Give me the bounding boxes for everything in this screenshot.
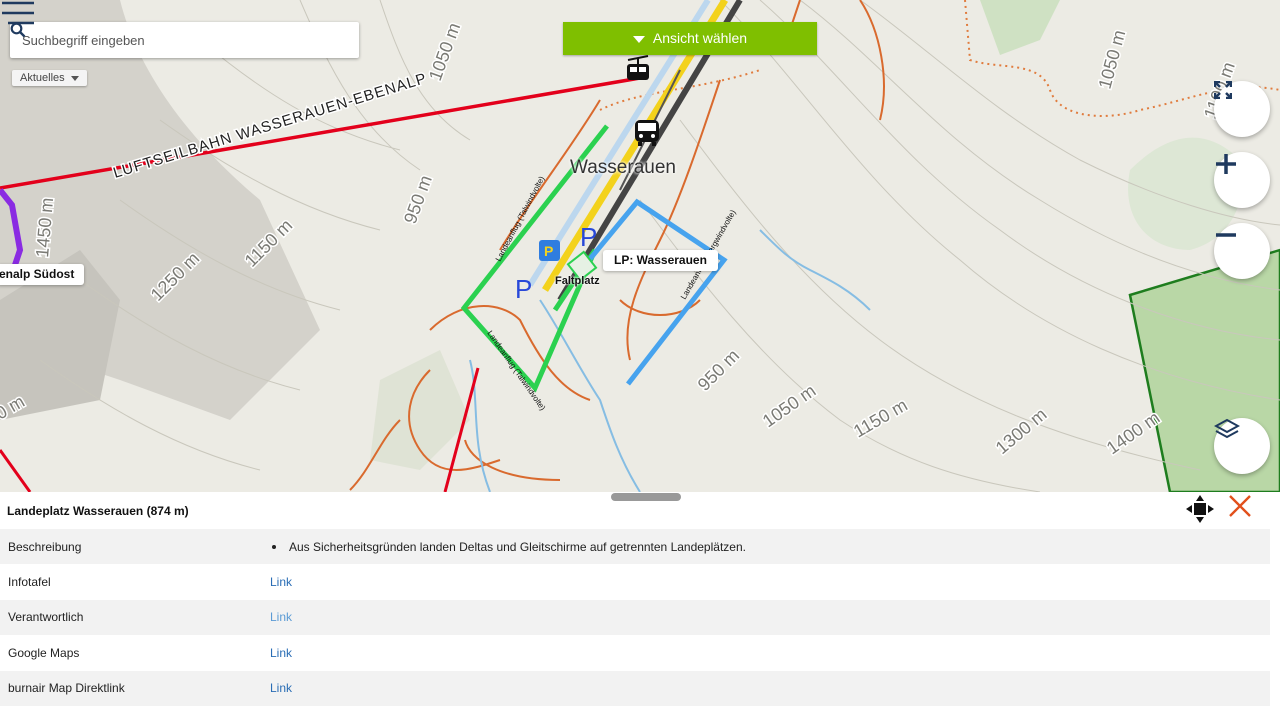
map-layer: LUFTSEILBAHN WASSERAUEN-EBENALP Landeanf… [0,0,1280,492]
burnair-direct-link[interactable]: Link [270,681,292,695]
table-row: Verantwortlich Link [0,599,1270,636]
table-row: Beschreibung Aus Sicherheitsgründen land… [0,529,1270,565]
infotafel-link[interactable]: Link [270,575,292,589]
table-row: Google Maps Link [0,635,1270,670]
fullscreen-icon [1214,81,1232,99]
layers-icon [1214,418,1240,439]
panel-drag-handle[interactable] [611,493,681,501]
parking-icon: P [580,222,597,252]
filter-label: Aktuelles [20,72,65,84]
menu-icon[interactable] [0,0,36,26]
search-box [10,22,359,58]
zoom-in-icon [1216,154,1236,174]
row-value: Aus Sicherheitsgründen landen Deltas und… [270,529,1270,565]
info-panel: Landeplatz Wasserauen (874 m) Beschreibu… [0,492,1280,720]
panel-title: Landeplatz Wasserauen (874 m) [7,504,189,518]
chevron-down-icon [70,76,79,81]
table-row: burnair Map Direktlink Link [0,670,1270,706]
fullscreen-button[interactable] [1214,81,1270,137]
table-row: Infotafel Link [0,564,1270,599]
chevron-down-icon [632,35,645,43]
verantwortlich-link[interactable]: Link [270,610,292,624]
move-icon[interactable] [1185,494,1215,524]
row-key: burnair Map Direktlink [0,670,270,706]
landing-site-label[interactable]: LP: Wasserauen [603,250,718,271]
svg-text:P: P [544,243,553,259]
row-key: Infotafel [8,575,51,590]
zoom-in-button[interactable] [1214,152,1270,208]
map-canvas[interactable]: LUFTSEILBAHN WASSERAUEN-EBENALP Landeanf… [0,0,1280,492]
close-icon[interactable] [1228,494,1252,518]
faltplatz-label: Faltplatz [555,275,600,287]
bullet [272,544,276,549]
filter-dropdown[interactable]: Aktuelles [12,70,87,86]
search-input[interactable] [20,22,324,58]
parking-icon: P [539,240,560,261]
parking-icon: P [515,274,532,304]
view-select-label: Ansicht wählen [652,30,748,46]
info-table: Beschreibung Aus Sicherheitsgründen land… [0,529,1270,706]
description-text: Aus Sicherheitsgründen landen Deltas und… [289,539,746,554]
place-label: Wasserauen [570,157,676,178]
zoom-out-button[interactable] [1214,223,1270,279]
row-key: Google Maps [8,645,80,660]
zoom-out-icon [1216,233,1236,237]
google-maps-link[interactable]: Link [270,646,292,660]
takeoff-site-label[interactable]: enalp Südost [0,264,85,285]
view-select-button[interactable]: Ansicht wählen [563,22,817,55]
layers-button[interactable] [1214,418,1270,474]
row-key: Beschreibung [0,529,270,565]
row-key: Verantwortlich [0,599,270,636]
